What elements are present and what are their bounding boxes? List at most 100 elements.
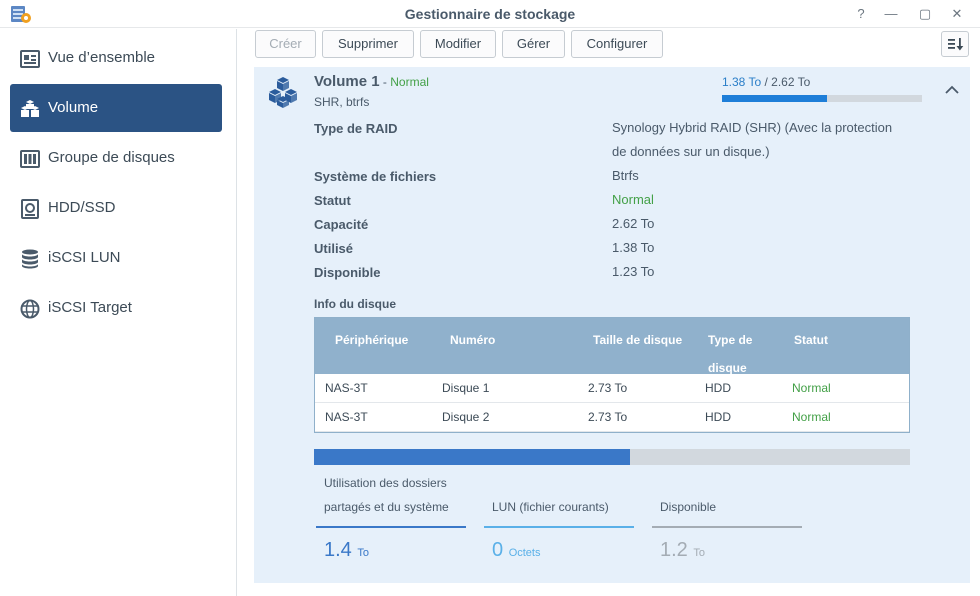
raid-type-value-line1: Synology Hybrid RAID (SHR) (Avec la prot…	[612, 120, 893, 135]
legend-shared-value: 1.4 To	[324, 539, 369, 562]
volume-usage-text: 1.38 To / 2.62 To	[722, 75, 810, 89]
available-unit: To	[693, 547, 705, 559]
cell-status: Normal	[792, 381, 831, 395]
raid-type-label: Type de RAID	[314, 121, 398, 136]
sidebar-item-disk-group[interactable]: Groupe de disques	[10, 134, 222, 182]
cell-size: 2.73 To	[588, 410, 628, 424]
cell-status: Normal	[792, 410, 831, 424]
available-label: Disponible	[314, 265, 381, 280]
cell-number: Disque 2	[442, 410, 490, 424]
overview-icon	[20, 50, 40, 68]
help-icon: ?	[857, 6, 865, 21]
sidebar-item-label: iSCSI Target	[48, 299, 132, 316]
title-bar: Gestionnaire de stockage ? — ▢ ✕	[0, 0, 980, 28]
volume-total: 2.62 To	[771, 75, 811, 89]
sidebar-item-label: HDD/SSD	[48, 199, 116, 216]
create-button[interactable]: Créer	[255, 30, 316, 58]
disk-info-table: Périphérique Numéro Taille de disque Typ…	[314, 317, 910, 433]
minimize-button[interactable]: —	[881, 4, 901, 24]
volume-subtitle: SHR, btrfs	[314, 95, 370, 109]
allocation-bar	[314, 449, 910, 465]
legend-shared-label-line2: partagés et du système	[324, 500, 449, 514]
lun-value: 0	[492, 539, 504, 561]
used-value: 1.38 To	[612, 240, 655, 255]
legend-lun-line	[484, 526, 634, 528]
column-header-size[interactable]: Taille de disque	[593, 326, 682, 354]
modify-button[interactable]: Modifier	[420, 30, 496, 58]
sidebar-item-label: Volume	[48, 99, 99, 116]
window-title: Gestionnaire de stockage	[404, 6, 576, 22]
sidebar-item-iscsi-target[interactable]: iSCSI Target	[10, 284, 222, 332]
disk-group-icon	[20, 150, 40, 168]
sidebar-item-iscsi-lun[interactable]: iSCSI LUN	[10, 234, 222, 282]
table-header: Périphérique Numéro Taille de disque Typ…	[315, 318, 909, 375]
filesystem-value: Btrfs	[612, 168, 639, 183]
used-label: Utilisé	[314, 241, 354, 256]
raid-type-value-line2: de données sur un disque.)	[612, 144, 770, 159]
volume-panel[interactable]: Volume 1 - Normal SHR, btrfs 1.38 To / 2…	[254, 67, 970, 583]
cell-type: HDD	[705, 410, 731, 424]
volume-title: Volume 1 - Normal	[314, 73, 429, 90]
volume-status: Normal	[390, 75, 429, 89]
delete-button[interactable]: Supprimer	[322, 30, 414, 58]
sidebar-item-hdd-ssd[interactable]: HDD/SSD	[10, 184, 222, 232]
table-row[interactable]: NAS-3T Disque 1 2.73 To HDD Normal	[315, 374, 909, 403]
status-value: Normal	[612, 192, 654, 207]
hdd-icon	[21, 199, 39, 219]
sidebar-item-label: iSCSI LUN	[48, 249, 121, 266]
volume-name: Volume 1	[314, 73, 380, 90]
volume-cubes-icon	[21, 100, 39, 117]
sidebar-item-overview[interactable]: Vue d’ensemble	[10, 34, 222, 82]
capacity-label: Capacité	[314, 217, 369, 232]
database-icon	[22, 249, 38, 269]
legend-available-line	[652, 526, 802, 528]
column-header-device[interactable]: Périphérique	[335, 326, 408, 354]
volume-title-separator: -	[379, 75, 391, 89]
maximize-icon: ▢	[918, 6, 932, 21]
sidebar-item-label: Groupe de disques	[48, 149, 175, 166]
close-button[interactable]: ✕	[947, 4, 967, 24]
volume-usage-bar	[722, 95, 922, 102]
status-label: Statut	[314, 193, 351, 208]
sidebar: Vue d’ensemble Volume Groupe de disques …	[0, 29, 237, 596]
cell-device: NAS-3T	[325, 381, 368, 395]
column-header-number[interactable]: Numéro	[450, 326, 495, 354]
allocation-fill-shared	[314, 449, 630, 465]
maximize-button[interactable]: ▢	[915, 4, 935, 24]
usage-separator: /	[761, 75, 772, 89]
cell-device: NAS-3T	[325, 410, 368, 424]
shared-value: 1.4	[324, 539, 352, 561]
legend-available-label: Disponible	[660, 500, 717, 514]
sidebar-item-volume[interactable]: Volume	[10, 84, 222, 132]
legend-shared-label-line1: Utilisation des dossiers	[324, 476, 447, 490]
capacity-value: 2.62 To	[612, 216, 655, 231]
cell-type: HDD	[705, 381, 731, 395]
available-value: 1.23 To	[612, 264, 655, 279]
cell-size: 2.73 To	[588, 381, 628, 395]
cell-number: Disque 1	[442, 381, 490, 395]
filesystem-label: Système de fichiers	[314, 169, 437, 184]
column-header-type-line1: Type de	[708, 333, 753, 347]
sort-icon	[948, 38, 964, 51]
configure-button[interactable]: Configurer	[571, 30, 663, 58]
raid-type-value: Synology Hybrid RAID (SHR) (Avec la prot…	[612, 116, 892, 164]
help-button[interactable]: ?	[851, 4, 871, 24]
column-header-status[interactable]: Statut	[794, 326, 828, 354]
lun-unit: Octets	[508, 547, 541, 559]
available-value-number: 1.2	[660, 539, 688, 561]
shared-unit: To	[357, 547, 369, 559]
legend-shared-line	[316, 526, 466, 528]
legend-shared-label: Utilisation des dossiers partagés et du …	[324, 471, 449, 519]
legend-lun-label: LUN (fichier courants)	[492, 500, 609, 514]
legend-available-value: 1.2 To	[660, 539, 705, 562]
sidebar-item-label: Vue d’ensemble	[48, 49, 156, 66]
manage-button[interactable]: Gérer	[502, 30, 565, 58]
table-row[interactable]: NAS-3T Disque 2 2.73 To HDD Normal	[315, 403, 909, 432]
disk-info-title: Info du disque	[314, 297, 396, 311]
legend-lun-value: 0 Octets	[492, 539, 540, 562]
globe-icon	[20, 299, 40, 319]
chevron-up-icon[interactable]	[944, 83, 960, 97]
volume-cubes-icon	[269, 77, 297, 108]
minimize-icon: —	[884, 6, 898, 21]
sort-button[interactable]	[941, 31, 969, 57]
